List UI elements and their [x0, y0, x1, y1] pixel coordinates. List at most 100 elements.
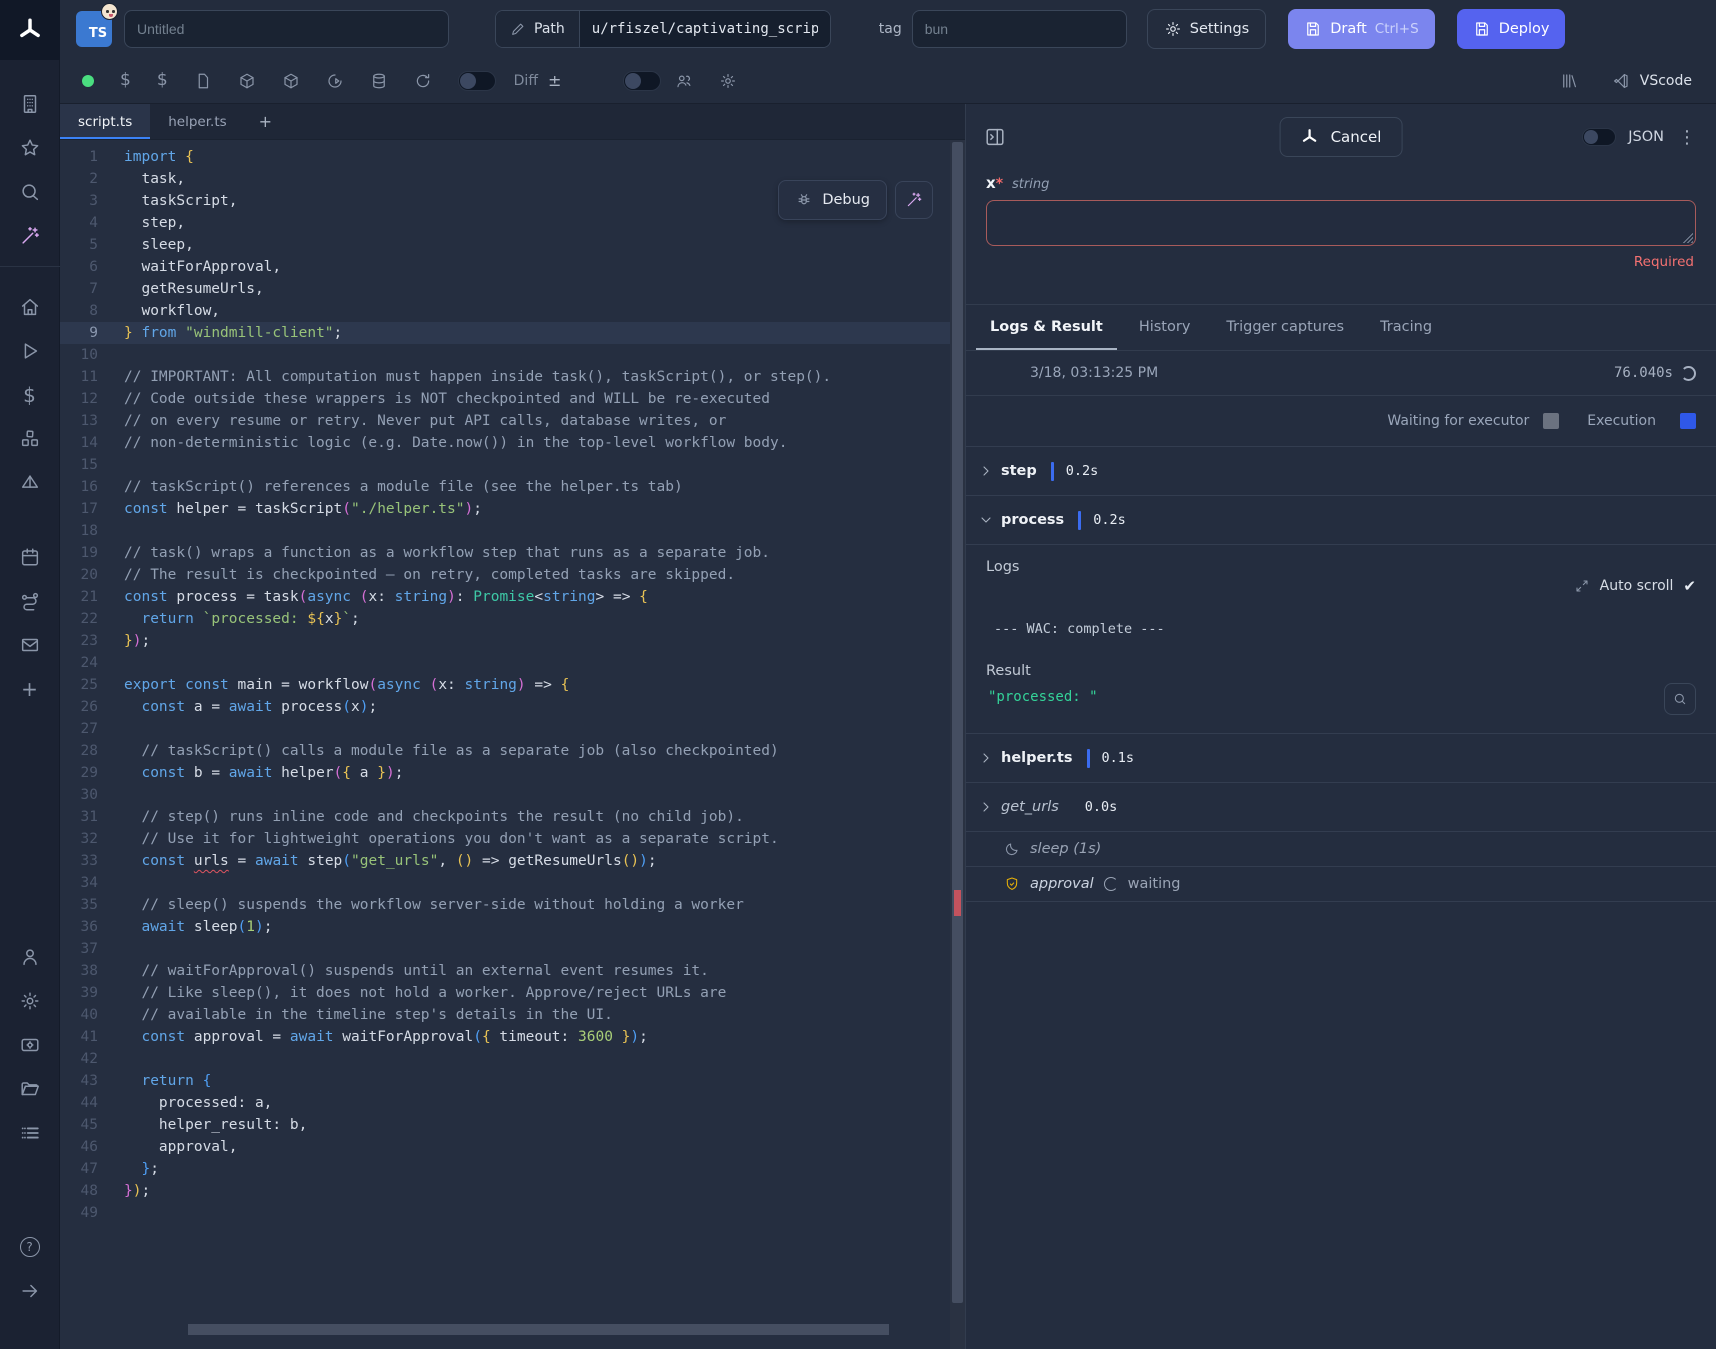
sidebar-item-add[interactable]: + — [0, 667, 60, 711]
code-line[interactable]: 32 // Use it for lightweight operations … — [60, 828, 965, 850]
timeline-row-helper[interactable]: helper.ts 0.1s — [966, 733, 1716, 782]
sidebar-item-resources[interactable] — [0, 417, 60, 461]
sidebar-item-schedules[interactable] — [0, 535, 60, 579]
new-tab-button[interactable]: + — [245, 104, 286, 139]
code-line[interactable]: 31 // step() runs inline code and checkp… — [60, 806, 965, 828]
code-line[interactable]: 23}); — [60, 630, 965, 652]
code-line[interactable]: 8 workflow, — [60, 300, 965, 322]
edit-path-button[interactable]: Path — [496, 11, 580, 47]
resize-grip[interactable] — [1683, 233, 1693, 243]
reload-icon[interactable] — [414, 72, 432, 90]
code-line[interactable]: 37 — [60, 938, 965, 960]
code-area[interactable]: 1import {2 task,3 taskScript,4 step,5 sl… — [60, 140, 965, 1349]
code-line[interactable]: 45 helper_result: b, — [60, 1114, 965, 1136]
library-icon[interactable] — [1560, 72, 1578, 90]
sidebar-item-triggers[interactable] — [0, 461, 60, 505]
code-line[interactable]: 47 }; — [60, 1158, 965, 1180]
code-line[interactable]: 27 — [60, 718, 965, 740]
code-line[interactable]: 22 return `processed: ${x}`; — [60, 608, 965, 630]
code-line[interactable]: 10 — [60, 344, 965, 366]
scrollbar-thumb[interactable] — [952, 142, 963, 1303]
timeline-row-approval[interactable]: approval waiting — [966, 866, 1716, 901]
context-dollar-icon[interactable]: $ — [157, 72, 168, 89]
sidebar-item-ai[interactable] — [0, 214, 60, 258]
code-line[interactable]: 15 — [60, 454, 965, 476]
timeline-row-get-urls[interactable]: get_urls 0.0s — [966, 782, 1716, 831]
code-line[interactable]: 24 — [60, 652, 965, 674]
code-line[interactable]: 39 // Like sleep(), it does not hold a w… — [60, 982, 965, 1004]
code-line[interactable]: 25export const main = workflow(async (x:… — [60, 674, 965, 696]
code-line[interactable]: 14// non-deterministic logic (e.g. Date.… — [60, 432, 965, 454]
variable-dollar-icon[interactable]: $ — [120, 72, 131, 89]
editor-horizontal-scrollbar[interactable] — [140, 1324, 945, 1335]
code-line[interactable]: 36 await sleep(1); — [60, 916, 965, 938]
diff-toggle[interactable] — [458, 71, 496, 91]
code-line[interactable]: 43 return { — [60, 1070, 965, 1092]
code-line[interactable]: 16// taskScript() references a module fi… — [60, 476, 965, 498]
sidebar-item-home[interactable] — [0, 285, 60, 329]
code-line[interactable]: 6 waitForApproval, — [60, 256, 965, 278]
code-line[interactable]: 40 // available in the timeline step's d… — [60, 1004, 965, 1026]
kebab-menu-icon[interactable]: ⋮ — [1676, 127, 1698, 148]
json-toggle[interactable] — [1582, 128, 1616, 146]
sidebar-item-settings[interactable] — [0, 979, 60, 1023]
code-line[interactable]: 30 — [60, 784, 965, 806]
tab-tracing[interactable]: Tracing — [1366, 305, 1446, 350]
timeline-row-step[interactable]: step 0.2s — [966, 446, 1716, 495]
tab-script-ts[interactable]: script.ts — [60, 104, 150, 139]
tab-history[interactable]: History — [1125, 305, 1205, 350]
collab-toggle[interactable] — [623, 71, 661, 91]
sidebar-item-audit-logs[interactable] — [0, 1111, 60, 1155]
code-line[interactable]: 5 sleep, — [60, 234, 965, 256]
cancel-button[interactable]: Cancel — [1280, 117, 1403, 157]
sidebar-item-variables[interactable]: $ — [0, 373, 60, 417]
windmill-logo[interactable] — [0, 0, 60, 60]
code-line[interactable]: 1import { — [60, 146, 965, 168]
code-line[interactable]: 13// on every resume or retry. Never put… — [60, 410, 965, 432]
argument-input[interactable] — [986, 200, 1696, 246]
run-circle-icon[interactable] — [326, 72, 344, 90]
script-name-input[interactable] — [124, 10, 449, 48]
code-line[interactable]: 42 — [60, 1048, 965, 1070]
code-line[interactable]: 41 const approval = await waitForApprova… — [60, 1026, 965, 1048]
collapse-panel-icon[interactable] — [984, 126, 1006, 148]
code-line[interactable]: 21const process = task(async (x: string)… — [60, 586, 965, 608]
code-line[interactable]: 29 const b = await helper({ a }); — [60, 762, 965, 784]
autoscroll-control[interactable]: Auto scroll ✔ — [986, 577, 1696, 595]
code-line[interactable]: 7 getResumeUrls, — [60, 278, 965, 300]
code-line[interactable]: 46 approval, — [60, 1136, 965, 1158]
tag-input[interactable] — [912, 10, 1127, 48]
code-line[interactable]: 19// task() wraps a function as a workfl… — [60, 542, 965, 564]
code-line[interactable]: 17const helper = taskScript("./helper.ts… — [60, 498, 965, 520]
code-line[interactable]: 28 // taskScript() calls a module file a… — [60, 740, 965, 762]
code-line[interactable]: 12// Code outside these wrappers is NOT … — [60, 388, 965, 410]
vscode-button[interactable]: VScode — [1612, 72, 1692, 90]
sidebar-item-account[interactable] — [0, 935, 60, 979]
file-icon[interactable] — [194, 72, 212, 90]
tab-logs-result[interactable]: Logs & Result — [976, 305, 1117, 350]
code-line[interactable]: 49 — [60, 1202, 965, 1224]
code-line[interactable]: 48}); — [60, 1180, 965, 1202]
timeline-row-sleep[interactable]: sleep (1s) — [966, 831, 1716, 866]
scrollbar-thumb[interactable] — [188, 1324, 888, 1335]
code-line[interactable]: 26 const a = await process(x); — [60, 696, 965, 718]
path-input[interactable] — [580, 11, 830, 47]
sidebar-item-runs[interactable] — [0, 329, 60, 373]
database-icon[interactable] — [370, 72, 388, 90]
sidebar-item-folders[interactable] — [0, 1067, 60, 1111]
code-line[interactable]: 44 processed: a, — [60, 1092, 965, 1114]
debug-button[interactable]: Debug — [778, 180, 887, 220]
draft-button[interactable]: Draft Ctrl+S — [1288, 9, 1434, 49]
tab-trigger-captures[interactable]: Trigger captures — [1212, 305, 1358, 350]
code-line[interactable]: 20// The result is checkpointed — on ret… — [60, 564, 965, 586]
editor-vertical-scrollbar[interactable] — [950, 140, 965, 1349]
sidebar-item-workers[interactable] — [0, 1023, 60, 1067]
deploy-button[interactable]: Deploy — [1457, 9, 1566, 49]
ai-wand-button[interactable] — [895, 181, 933, 219]
code-line[interactable]: 11// IMPORTANT: All computation must hap… — [60, 366, 965, 388]
code-line[interactable]: 35 // sleep() suspends the workflow serv… — [60, 894, 965, 916]
sidebar-item-routes[interactable] — [0, 579, 60, 623]
sidebar-item-expand[interactable] — [0, 1269, 60, 1313]
code-line[interactable]: 38 // waitForApproval() suspends until a… — [60, 960, 965, 982]
expand-icon[interactable] — [1574, 578, 1590, 594]
